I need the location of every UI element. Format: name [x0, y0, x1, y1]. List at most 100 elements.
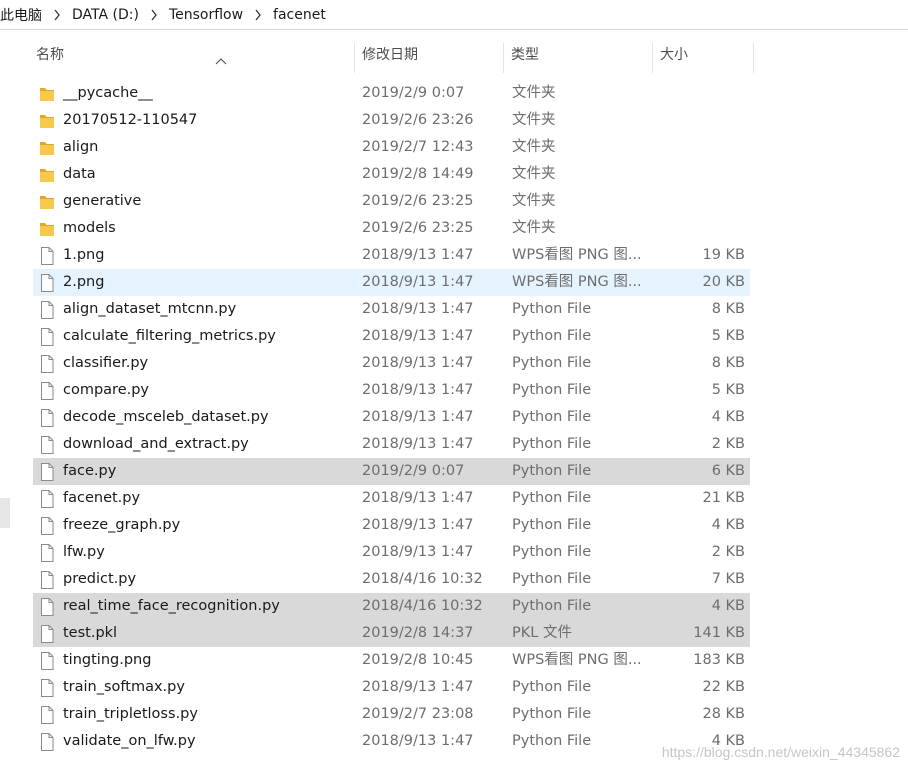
- column-header-size[interactable]: 大小: [654, 41, 754, 73]
- column-header-name[interactable]: 名称: [30, 41, 355, 73]
- file-name: calculate_filtering_metrics.py: [63, 328, 276, 344]
- file-type: WPS看图 PNG 图...: [512, 274, 642, 290]
- file-row[interactable]: lfw.py 2018/9/13 1:47 Python File 2 KB: [33, 539, 750, 566]
- file-type: Python File: [512, 706, 592, 722]
- file-date: 2018/9/13 1:47: [362, 247, 474, 263]
- breadcrumb-data-drive[interactable]: DATA (D:): [72, 7, 139, 23]
- file-row[interactable]: real_time_face_recognition.py 2018/4/16 1…: [33, 593, 750, 620]
- file-row[interactable]: classifier.py 2018/9/13 1:47 Python File 8 …: [33, 350, 750, 377]
- folder-row[interactable]: __pycache__ 2019/2/9 0:07 文件夹: [33, 80, 750, 107]
- folder-icon: [39, 193, 55, 211]
- file-name: decode_msceleb_dataset.py: [63, 409, 269, 425]
- file-size: 183 KB: [693, 652, 745, 668]
- column-divider[interactable]: [503, 43, 504, 73]
- file-name: real_time_face_recognition.py: [63, 598, 280, 614]
- file-size: 8 KB: [711, 301, 745, 317]
- file-type: Python File: [512, 436, 592, 452]
- column-header-date-label: 修改日期: [362, 47, 418, 63]
- file-date: 2019/2/8 14:37: [362, 625, 474, 641]
- folder-row[interactable]: generative 2019/2/6 23:25 文件夹: [33, 188, 750, 215]
- folder-row[interactable]: align 2019/2/7 12:43 文件夹: [33, 134, 750, 161]
- watermark: https://blog.csdn.net/weixin_44345862: [661, 744, 900, 760]
- file-type: WPS看图 PNG 图...: [512, 247, 642, 263]
- file-type: Python File: [512, 490, 592, 506]
- file-size: 141 KB: [693, 625, 745, 641]
- file-row[interactable]: calculate_filtering_metrics.py 2018/9/13 …: [33, 323, 750, 350]
- file-row[interactable]: facenet.py 2018/9/13 1:47 Python File 21 KB: [33, 485, 750, 512]
- column-header-size-label: 大小: [660, 47, 688, 63]
- file-icon: [39, 625, 55, 643]
- folder-icon: [39, 112, 55, 130]
- folder-icon: [39, 220, 55, 238]
- column-divider[interactable]: [753, 43, 754, 73]
- breadcrumb-this-pc[interactable]: 此电脑: [0, 5, 42, 25]
- file-row[interactable]: align_dataset_mtcnn.py 2018/9/13 1:47 Pyth…: [33, 296, 750, 323]
- file-type: 文件夹: [512, 220, 556, 236]
- file-name: __pycache__: [63, 85, 153, 101]
- column-header-type-label: 类型: [511, 47, 539, 63]
- file-name: train_tripletloss.py: [63, 706, 198, 722]
- file-row[interactable]: 1.png 2018/9/13 1:47 WPS看图 PNG 图... 19 KB: [33, 242, 750, 269]
- file-date: 2018/9/13 1:47: [362, 382, 474, 398]
- folder-row[interactable]: models 2019/2/6 23:25 文件夹: [33, 215, 750, 242]
- file-type: Python File: [512, 571, 592, 587]
- file-size: 4 KB: [711, 517, 745, 533]
- file-size: 7 KB: [711, 571, 745, 587]
- breadcrumb-facenet[interactable]: facenet: [273, 7, 326, 23]
- file-name: face.py: [63, 463, 117, 479]
- file-row[interactable]: predict.py 2018/4/16 10:32 Python File 7 KB: [33, 566, 750, 593]
- file-icon: [39, 679, 55, 697]
- file-date: 2018/4/16 10:32: [362, 571, 483, 587]
- file-icon: [39, 301, 55, 319]
- sort-up-icon: [215, 47, 227, 65]
- file-type: Python File: [512, 328, 592, 344]
- file-icon: [39, 247, 55, 265]
- file-row[interactable]: face.py 2019/2/9 0:07 Python File 6 KB: [33, 458, 750, 485]
- file-date: 2019/2/7 23:08: [362, 706, 474, 722]
- column-divider[interactable]: [652, 43, 653, 73]
- column-header-type[interactable]: 类型: [505, 41, 653, 73]
- file-name: freeze_graph.py: [63, 517, 181, 533]
- file-size: 8 KB: [711, 355, 745, 371]
- column-header-date[interactable]: 修改日期: [356, 41, 504, 73]
- file-date: 2018/9/13 1:47: [362, 517, 474, 533]
- file-name: generative: [63, 193, 142, 209]
- folder-icon: [39, 139, 55, 157]
- file-row[interactable]: train_softmax.py 2018/9/13 1:47 Python Fil…: [33, 674, 750, 701]
- file-date: 2018/4/16 10:32: [362, 598, 483, 614]
- navigation-pane-edge[interactable]: [0, 498, 10, 528]
- file-icon: [39, 355, 55, 373]
- column-header-name-label: 名称: [36, 47, 64, 63]
- chevron-right-icon[interactable]: [42, 7, 72, 23]
- file-date: 2018/9/13 1:47: [362, 544, 474, 560]
- file-name: lfw.py: [63, 544, 105, 560]
- file-date: 2019/2/8 10:45: [362, 652, 474, 668]
- column-divider[interactable]: [354, 43, 355, 73]
- file-name: 1.png: [63, 247, 105, 263]
- folder-icon: [39, 166, 55, 184]
- file-row[interactable]: 2.png 2018/9/13 1:47 WPS看图 PNG 图... 20 KB: [33, 269, 750, 296]
- file-row[interactable]: download_and_extract.py 2018/9/13 1:47 Pyt…: [33, 431, 750, 458]
- file-type: Python File: [512, 517, 592, 533]
- file-explorer-window: 此电脑 DATA (D:) Tensorflow facenet 名称 修改日期…: [0, 0, 908, 768]
- file-type: Python File: [512, 544, 592, 560]
- folder-row[interactable]: 20170512-110547 2019/2/6 23:26 文件夹: [33, 107, 750, 134]
- file-icon: [39, 328, 55, 346]
- file-size: 28 KB: [702, 706, 745, 722]
- file-type: 文件夹: [512, 166, 556, 182]
- file-row[interactable]: compare.py 2018/9/13 1:47 Python File 5 KB: [33, 377, 750, 404]
- file-row[interactable]: test.pkl 2019/2/8 14:37 PKL 文件 141 KB: [33, 620, 750, 647]
- file-name: 20170512-110547: [63, 112, 198, 128]
- file-row[interactable]: train_tripletloss.py 2019/2/7 23:08 Python…: [33, 701, 750, 728]
- chevron-right-icon[interactable]: [243, 7, 273, 23]
- file-row[interactable]: validate_on_lfw.py 2018/9/13 1:47 Python F…: [33, 728, 750, 755]
- file-icon: [39, 274, 55, 292]
- file-date: 2018/9/13 1:47: [362, 355, 474, 371]
- chevron-right-icon[interactable]: [139, 7, 169, 23]
- breadcrumb-tensorflow[interactable]: Tensorflow: [169, 7, 243, 23]
- folder-row[interactable]: data 2019/2/8 14:49 文件夹: [33, 161, 750, 188]
- file-row[interactable]: decode_msceleb_dataset.py 2018/9/13 1:47 P…: [33, 404, 750, 431]
- file-row[interactable]: tingting.png 2019/2/8 10:45 WPS看图 PNG 图...…: [33, 647, 750, 674]
- file-icon: [39, 733, 55, 751]
- file-row[interactable]: freeze_graph.py 2018/9/13 1:47 Python File…: [33, 512, 750, 539]
